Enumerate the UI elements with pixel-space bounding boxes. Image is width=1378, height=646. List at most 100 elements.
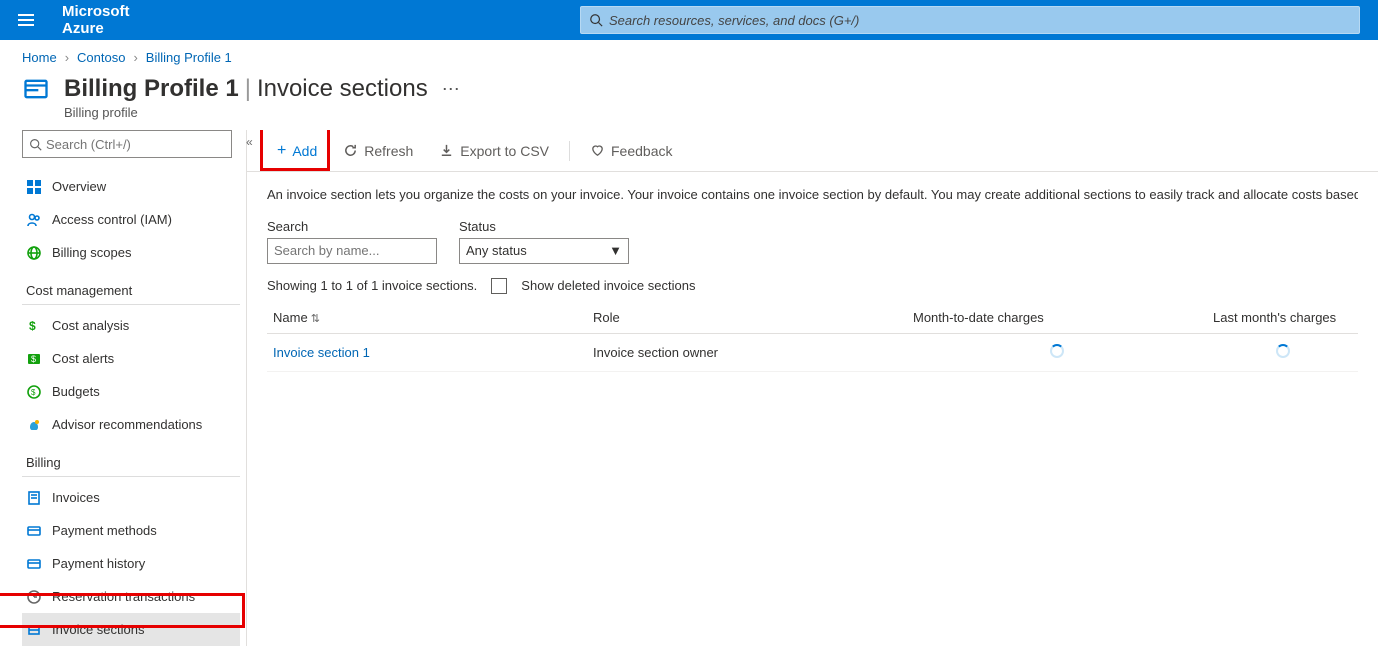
sidebar-item-cost-analysis[interactable]: $ Cost analysis bbox=[22, 309, 240, 342]
separator bbox=[569, 141, 570, 161]
heart-icon bbox=[590, 143, 605, 158]
plus-icon: + bbox=[277, 142, 286, 160]
show-deleted-label: Show deleted invoice sections bbox=[521, 278, 695, 293]
sidebar-search[interactable] bbox=[22, 130, 232, 158]
globe-icon bbox=[26, 245, 42, 261]
sidebar-item-label: Cost analysis bbox=[52, 318, 129, 333]
breadcrumb-billing-profile[interactable]: Billing Profile 1 bbox=[146, 50, 232, 65]
chevron-right-icon: › bbox=[65, 50, 69, 65]
global-search-input[interactable] bbox=[609, 13, 1351, 28]
role-cell: Invoice section owner bbox=[587, 333, 907, 371]
dollar-icon: $ bbox=[26, 318, 42, 334]
budget-icon: $ bbox=[26, 384, 42, 400]
sidebar-item-reservation-transactions[interactable]: Reservation transactions bbox=[22, 580, 240, 613]
sidebar-item-cost-alerts[interactable]: $ Cost alerts bbox=[22, 342, 240, 375]
sidebar-item-label: Invoices bbox=[52, 490, 100, 505]
loading-spinner-icon bbox=[1276, 344, 1290, 358]
filter-row: Search Status Any status ▼ bbox=[267, 219, 1358, 264]
sidebar-item-label: Payment methods bbox=[52, 523, 157, 538]
billing-profile-icon bbox=[22, 75, 50, 106]
page-title: Billing Profile 1|Invoice sections bbox=[64, 75, 428, 103]
chevron-right-icon: › bbox=[133, 50, 137, 65]
table-row[interactable]: Invoice section 1 Invoice section owner bbox=[267, 333, 1358, 371]
sidebar-item-label: Access control (IAM) bbox=[52, 212, 172, 227]
search-filter-label: Search bbox=[267, 219, 437, 234]
search-icon bbox=[29, 138, 42, 151]
history-icon bbox=[26, 556, 42, 572]
sidebar-item-label: Billing scopes bbox=[52, 245, 132, 260]
top-bar: Microsoft Azure bbox=[0, 0, 1378, 40]
status-filter-value: Any status bbox=[466, 243, 527, 258]
sidebar-item-access-control[interactable]: Access control (IAM) bbox=[22, 203, 240, 236]
page-header: Billing Profile 1|Invoice sections ⋯ Bil… bbox=[0, 71, 1378, 130]
more-icon[interactable]: ⋯ bbox=[442, 79, 460, 100]
summary-text: Showing 1 to 1 of 1 invoice sections. bbox=[267, 278, 477, 293]
search-icon bbox=[589, 13, 603, 27]
breadcrumb-contoso[interactable]: Contoso bbox=[77, 50, 125, 65]
invoice-section-link[interactable]: Invoice section 1 bbox=[273, 345, 370, 360]
sidebar-item-invoice-sections[interactable]: Invoice sections bbox=[22, 613, 240, 646]
add-button[interactable]: + Add bbox=[267, 138, 327, 164]
sidebar-search-input[interactable] bbox=[46, 137, 225, 152]
sidebar-item-label: Payment history bbox=[52, 556, 145, 571]
breadcrumb: Home › Contoso › Billing Profile 1 bbox=[0, 40, 1378, 71]
chevron-down-icon: ▼ bbox=[609, 243, 622, 258]
people-icon bbox=[26, 212, 42, 228]
add-label: Add bbox=[292, 143, 317, 159]
svg-text:$: $ bbox=[31, 354, 36, 364]
hamburger-icon[interactable] bbox=[18, 14, 34, 26]
toolbar: + Add Refresh Export to CSV Feedback bbox=[247, 130, 1378, 172]
feedback-button[interactable]: Feedback bbox=[580, 139, 682, 163]
export-button[interactable]: Export to CSV bbox=[429, 139, 559, 163]
refresh-icon bbox=[343, 143, 358, 158]
overview-icon bbox=[26, 179, 42, 195]
sidebar-item-invoices[interactable]: Invoices bbox=[22, 481, 240, 514]
sidebar-group-cost-management: Cost management bbox=[22, 269, 240, 305]
breadcrumb-home[interactable]: Home bbox=[22, 50, 57, 65]
search-filter-input[interactable] bbox=[267, 238, 437, 264]
sidebar-item-label: Budgets bbox=[52, 384, 100, 399]
main-content: + Add Refresh Export to CSV Feedback An … bbox=[246, 130, 1378, 646]
sidebar-item-budgets[interactable]: $ Budgets bbox=[22, 375, 240, 408]
last-month-cell bbox=[1207, 333, 1358, 371]
card-icon bbox=[26, 523, 42, 539]
sort-icon: ⇅ bbox=[311, 313, 320, 325]
table-header-last-month[interactable]: Last month's charges bbox=[1207, 302, 1358, 334]
global-search[interactable] bbox=[580, 6, 1360, 34]
status-filter-label: Status bbox=[459, 219, 629, 234]
table-header-name[interactable]: Name⇅ bbox=[267, 302, 587, 334]
alert-icon: $ bbox=[26, 351, 42, 367]
sidebar-item-payment-history[interactable]: Payment history bbox=[22, 547, 240, 580]
feedback-label: Feedback bbox=[611, 143, 672, 159]
table-header-role[interactable]: Role bbox=[587, 302, 907, 334]
clock-icon bbox=[26, 589, 42, 605]
sidebar-item-advisor[interactable]: Advisor recommendations bbox=[22, 408, 240, 441]
svg-text:$: $ bbox=[29, 319, 36, 333]
sidebar: « Overview Access control (IAM) Billing … bbox=[0, 130, 246, 646]
sidebar-item-label: Overview bbox=[52, 179, 106, 194]
sidebar-item-label: Invoice sections bbox=[52, 622, 145, 637]
page-subtitle: Billing profile bbox=[64, 105, 460, 120]
download-icon bbox=[439, 143, 454, 158]
sidebar-item-label: Advisor recommendations bbox=[52, 417, 202, 432]
sidebar-item-billing-scopes[interactable]: Billing scopes bbox=[22, 236, 240, 269]
sidebar-group-billing: Billing bbox=[22, 441, 240, 477]
status-filter-select[interactable]: Any status ▼ bbox=[459, 238, 629, 264]
sidebar-item-label: Cost alerts bbox=[52, 351, 114, 366]
sidebar-item-overview[interactable]: Overview bbox=[22, 170, 240, 203]
sidebar-item-label: Reservation transactions bbox=[52, 589, 195, 604]
invoice-icon bbox=[26, 490, 42, 506]
help-text: An invoice section lets you organize the… bbox=[267, 186, 1358, 205]
invoice-sections-table: Name⇅ Role Month-to-date charges Last mo… bbox=[267, 302, 1358, 372]
brand-label: Microsoft Azure bbox=[62, 3, 160, 37]
mtd-cell bbox=[907, 333, 1207, 371]
advisor-icon bbox=[26, 417, 42, 433]
show-deleted-checkbox[interactable] bbox=[491, 278, 507, 294]
refresh-button[interactable]: Refresh bbox=[333, 139, 423, 163]
export-label: Export to CSV bbox=[460, 143, 549, 159]
sections-icon bbox=[26, 622, 42, 638]
table-header-mtd[interactable]: Month-to-date charges bbox=[907, 302, 1207, 334]
sidebar-item-payment-methods[interactable]: Payment methods bbox=[22, 514, 240, 547]
svg-text:$: $ bbox=[31, 388, 36, 397]
loading-spinner-icon bbox=[1050, 344, 1064, 358]
